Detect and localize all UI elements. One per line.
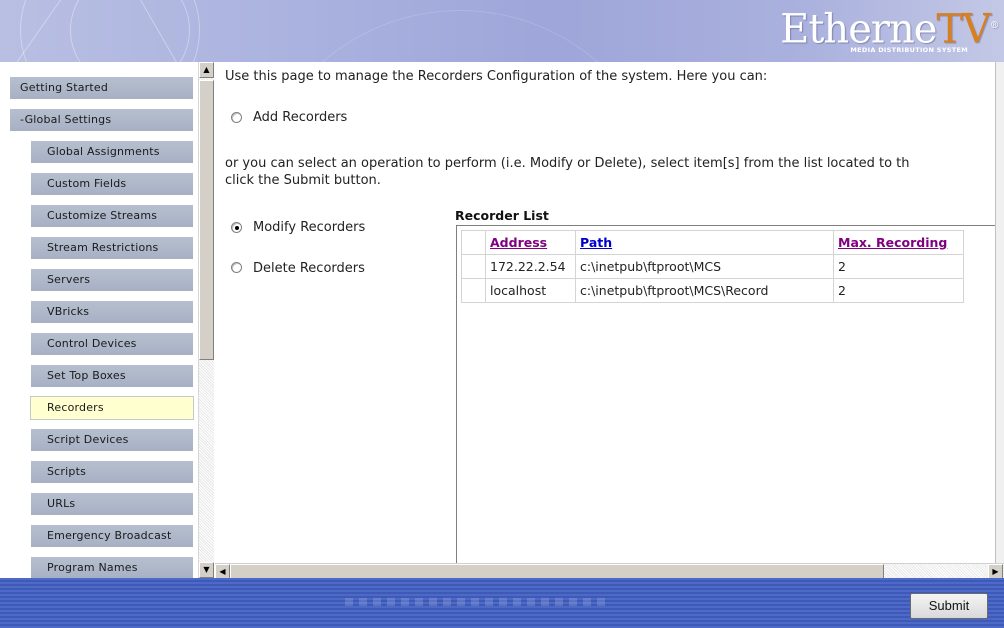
sidebar-item-custom-fields[interactable]: Custom Fields bbox=[30, 172, 194, 196]
scroll-up-arrow-icon[interactable]: ▲ bbox=[199, 62, 214, 78]
footer-bar bbox=[0, 578, 1004, 628]
sidebar-item-scripts[interactable]: Scripts bbox=[30, 460, 194, 484]
scroll-right-arrow-icon[interactable]: ▶ bbox=[988, 564, 1003, 579]
footer-decoration bbox=[345, 598, 605, 606]
sidebar-item-customize-streams[interactable]: Customize Streams bbox=[30, 204, 194, 228]
submit-button[interactable]: Submit bbox=[910, 593, 988, 619]
intro-text: Use this page to manage the Recorders Co… bbox=[225, 69, 768, 84]
sidebar-scroll-thumb[interactable] bbox=[199, 80, 214, 360]
cell-max-recording: 2 bbox=[833, 278, 964, 303]
header-decoration bbox=[250, 10, 670, 62]
sidebar-nav: Getting Started -Global Settings Global … bbox=[0, 62, 198, 578]
scroll-down-arrow-icon[interactable]: ▼ bbox=[199, 562, 214, 578]
logo-subtitle: MEDIA DISTRIBUTION SYSTEM bbox=[850, 46, 968, 54]
add-recorders-label[interactable]: Add Recorders bbox=[253, 109, 347, 126]
cell-max-recording: 2 bbox=[833, 254, 964, 279]
sidebar-item-control-devices[interactable]: Control Devices bbox=[30, 332, 194, 356]
sidebar-item-servers[interactable]: Servers bbox=[30, 268, 194, 292]
sidebar-item-stream-restrictions[interactable]: Stream Restrictions bbox=[30, 236, 194, 260]
main-vertical-scrollbar[interactable] bbox=[995, 62, 1004, 563]
table-header-row: Address Path Max. Recording bbox=[461, 230, 964, 255]
sidebar-item-getting-started[interactable]: Getting Started bbox=[9, 76, 194, 100]
cell-address: localhost bbox=[485, 278, 576, 303]
sidebar-item-program-names[interactable]: Program Names bbox=[30, 556, 194, 578]
delete-recorders-radio[interactable] bbox=[231, 262, 242, 273]
recorder-list-title: Recorder List bbox=[455, 208, 549, 223]
column-header-address[interactable]: Address bbox=[485, 230, 576, 255]
sidebar-item-vbricks[interactable]: VBricks bbox=[30, 300, 194, 324]
add-recorders-radio[interactable] bbox=[231, 112, 242, 123]
instructions-text-line-1: or you can select an operation to perfor… bbox=[225, 156, 910, 171]
recorder-table: Address Path Max. Recording 172.22.2.54 … bbox=[461, 230, 964, 303]
sidebar-item-script-devices[interactable]: Script Devices bbox=[30, 428, 194, 452]
sidebar-item-emergency-broadcast[interactable]: Emergency Broadcast bbox=[30, 524, 194, 548]
instructions-text-line-2: click the Submit button. bbox=[225, 173, 381, 188]
logo-registered-mark: ® bbox=[990, 21, 999, 31]
sidebar-item-set-top-boxes[interactable]: Set Top Boxes bbox=[30, 364, 194, 388]
column-header-max-recording[interactable]: Max. Recording bbox=[833, 230, 964, 255]
modify-recorders-label[interactable]: Modify Recorders bbox=[253, 219, 365, 236]
horizontal-scroll-thumb[interactable] bbox=[230, 564, 884, 579]
table-row[interactable]: localhost c:\inetpub\ftproot\MCS\Record … bbox=[461, 278, 964, 303]
row-selector[interactable] bbox=[461, 278, 486, 303]
sidebar-item-recorders[interactable]: Recorders bbox=[30, 396, 194, 420]
sidebar-item-global-assignments[interactable]: Global Assignments bbox=[30, 140, 194, 164]
main-horizontal-scrollbar[interactable]: ◀ ▶ bbox=[215, 563, 1004, 579]
scroll-left-arrow-icon[interactable]: ◀ bbox=[215, 564, 230, 579]
sidebar-scrollbar[interactable]: ▲ ▼ bbox=[198, 62, 214, 578]
cell-path: c:\inetpub\ftproot\MCS bbox=[575, 254, 834, 279]
table-row[interactable]: 172.22.2.54 c:\inetpub\ftproot\MCS 2 bbox=[461, 254, 964, 279]
cell-path: c:\inetpub\ftproot\MCS\Record bbox=[575, 278, 834, 303]
main-content: Use this page to manage the Recorders Co… bbox=[215, 62, 1004, 563]
row-selector[interactable] bbox=[461, 254, 486, 279]
brand-logo: EtherneTV® MEDIA DISTRIBUTION SYSTEM bbox=[772, 0, 1004, 62]
selection-column-header bbox=[461, 230, 486, 255]
sidebar-item-urls[interactable]: URLs bbox=[30, 492, 194, 516]
column-header-path[interactable]: Path bbox=[575, 230, 834, 255]
recorder-list[interactable]: Address Path Max. Recording 172.22.2.54 … bbox=[456, 225, 1004, 563]
modify-recorders-radio[interactable] bbox=[231, 222, 242, 233]
delete-recorders-label[interactable]: Delete Recorders bbox=[253, 260, 365, 277]
cell-address: 172.22.2.54 bbox=[485, 254, 576, 279]
app-header: EtherneTV® MEDIA DISTRIBUTION SYSTEM bbox=[0, 0, 1004, 62]
sidebar-item-global-settings[interactable]: -Global Settings bbox=[9, 108, 194, 132]
